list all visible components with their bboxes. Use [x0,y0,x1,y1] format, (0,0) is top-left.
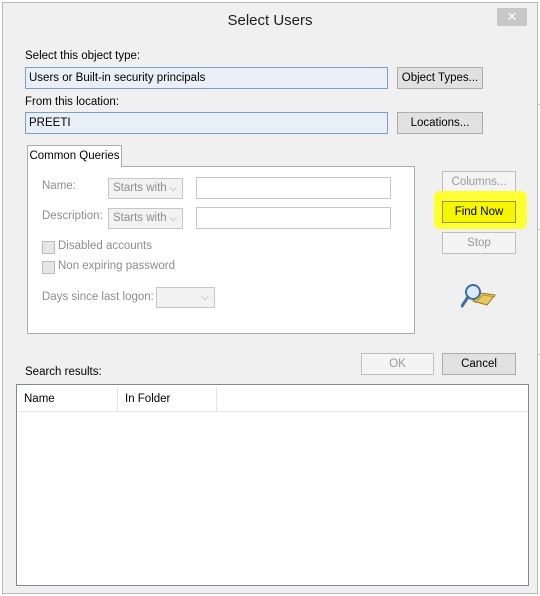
find-now-button[interactable]: Find Now [442,201,516,223]
column-header-name[interactable]: Name [17,387,118,411]
disabled-accounts-label: Disabled accounts [58,240,152,252]
dialog-title: Select Users [227,12,313,29]
object-type-label: Select this object type: [25,50,141,62]
cancel-button[interactable]: Cancel [442,353,516,375]
name-label: Name: [42,180,76,192]
ok-button[interactable]: OK [361,353,434,375]
location-label: From this location: [25,96,119,108]
non-expiring-password-checkbox[interactable] [42,261,55,274]
name-input[interactable] [196,177,391,199]
search-icon [461,284,496,308]
name-mode-select[interactable]: Starts with ⌵ [108,178,183,199]
object-types-button[interactable]: Object Types... [397,67,483,89]
chevron-down-icon: ⌵ [169,213,177,224]
chevron-down-icon: ⌵ [201,292,209,303]
days-since-logon-label: Days since last logon: [42,291,154,303]
description-label: Description: [42,210,103,222]
chevron-down-icon: ⌵ [169,183,177,194]
location-field: PREETI [25,112,388,134]
object-type-field: Users or Built-in security principals [25,67,388,89]
description-mode-select[interactable]: Starts with ⌵ [108,208,183,229]
locations-button[interactable]: Locations... [397,112,483,134]
name-mode-value: Starts with [113,182,167,194]
common-queries-panel: Name: Starts with ⌵ Description: Starts … [27,166,415,334]
title-bar[interactable]: Select Users ✕ [3,3,537,39]
tab-common-queries[interactable]: Common Queries [27,145,122,167]
search-results-label: Search results: [25,366,102,378]
close-button[interactable]: ✕ [497,8,527,26]
select-users-dialog: Select Users ✕ Select this object type: … [2,2,538,594]
description-input[interactable] [196,207,391,229]
description-mode-value: Starts with [113,212,167,224]
columns-button[interactable]: Columns... [442,171,516,193]
days-since-logon-select[interactable]: ⌵ [156,287,215,308]
header-divider [17,411,528,412]
disabled-accounts-checkbox[interactable] [42,241,55,254]
column-header-in-folder[interactable]: In Folder [118,387,217,411]
non-expiring-password-label: Non expiring password [58,260,175,272]
search-results-list[interactable]: Name In Folder [16,384,529,586]
stop-button[interactable]: Stop [442,232,516,254]
